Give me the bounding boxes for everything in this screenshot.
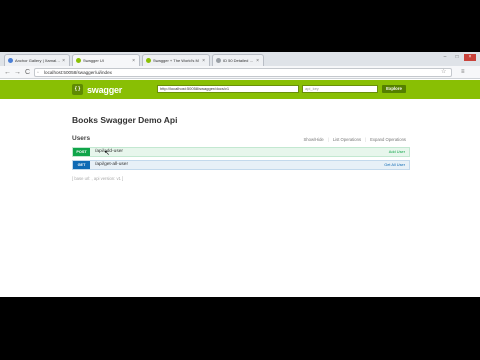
- tab-favicon-icon: [76, 58, 81, 63]
- http-method-badge[interactable]: GET: [73, 161, 90, 169]
- tab-favicon-icon: [216, 58, 221, 63]
- resource-actions: Show/Hide | List Operations | Expand Ope…: [304, 137, 406, 142]
- tab-label: Anchor Gallery | Xamalline: [15, 58, 61, 63]
- tab-swagger-world[interactable]: Swagger + The World's M ×: [142, 54, 210, 66]
- tab-close-icon[interactable]: ×: [256, 58, 259, 64]
- resource-heading: Users Show/Hide | List Operations | Expa…: [72, 135, 410, 145]
- expand-operations-link[interactable]: Expand Operations: [370, 137, 406, 142]
- browser-menu-icon[interactable]: ≡: [461, 68, 465, 77]
- tab-close-icon[interactable]: ×: [132, 58, 135, 64]
- bookmark-star-icon[interactable]: ☆: [441, 68, 446, 77]
- address-bar[interactable]: ▫ localhost:50058/swagger/ui/index: [34, 68, 452, 77]
- tab-close-icon[interactable]: ×: [202, 58, 205, 64]
- tab-label: Swagger UI: [83, 58, 104, 63]
- swagger-header: { } swagger http://localhost:50058/swagg…: [0, 80, 480, 99]
- resource-name-users[interactable]: Users: [72, 135, 90, 142]
- operation-summary[interactable]: Add User: [389, 148, 405, 156]
- minimize-icon[interactable]: –: [440, 54, 450, 61]
- swagger-logo-text: swagger: [87, 84, 123, 95]
- show-hide-link[interactable]: Show/Hide: [304, 137, 324, 142]
- close-window-icon[interactable]: ×: [464, 54, 476, 61]
- tab-label: ID 50 Detailed Ove: [223, 58, 255, 63]
- mouse-cursor-icon: ↖: [104, 150, 110, 157]
- operation-post-add-user[interactable]: POST /api/add-user Add User: [72, 147, 410, 157]
- browser-window: Anchor Gallery | Xamalline × Swagger UI …: [0, 52, 480, 297]
- window-controls: – □ ×: [440, 54, 476, 61]
- tab-strip: Anchor Gallery | Xamalline × Swagger UI …: [0, 52, 480, 66]
- tab-label: Swagger + The World's M: [153, 58, 199, 63]
- base-url-info: [ base url: , api version: v1 ]: [72, 176, 124, 181]
- explore-button[interactable]: Explore: [382, 85, 406, 93]
- tab-favicon-icon: [146, 58, 151, 63]
- tab-favicon-icon: [8, 58, 13, 63]
- maximize-icon[interactable]: □: [452, 54, 462, 61]
- operation-summary[interactable]: Get All User: [384, 161, 405, 169]
- divider: |: [365, 137, 367, 142]
- http-method-badge[interactable]: POST: [73, 148, 90, 156]
- api-title: Books Swagger Demo Api: [72, 115, 178, 125]
- page-icon: ▫: [37, 70, 39, 76]
- tab-swagger-ui[interactable]: Swagger UI ×: [72, 54, 140, 66]
- api-key-input[interactable]: api_key: [302, 85, 378, 93]
- browser-toolbar: ← → C ▫ localhost:50058/swagger/ui/index…: [0, 66, 480, 79]
- forward-icon[interactable]: →: [13, 68, 22, 77]
- tab-close-icon[interactable]: ×: [62, 58, 65, 64]
- list-operations-link[interactable]: List Operations: [333, 137, 361, 142]
- reload-icon[interactable]: C: [23, 68, 32, 77]
- operation-path[interactable]: /api/get-all-user: [95, 161, 128, 169]
- back-icon[interactable]: ←: [3, 68, 12, 77]
- address-text: localhost:50058/swagger/ui/index: [44, 70, 112, 75]
- tab-detailed-overview[interactable]: ID 50 Detailed Ove ×: [212, 54, 264, 66]
- swagger-logo[interactable]: { } swagger: [72, 84, 122, 95]
- operation-get-all-user[interactable]: GET /api/get-all-user Get All User: [72, 160, 410, 170]
- divider: |: [327, 137, 329, 142]
- swagger-logo-icon: { }: [72, 84, 83, 95]
- swagger-url-input[interactable]: http://localhost:50058/swagger/docs/v1: [157, 85, 299, 93]
- tab-anchor-gallery[interactable]: Anchor Gallery | Xamalline ×: [4, 54, 70, 66]
